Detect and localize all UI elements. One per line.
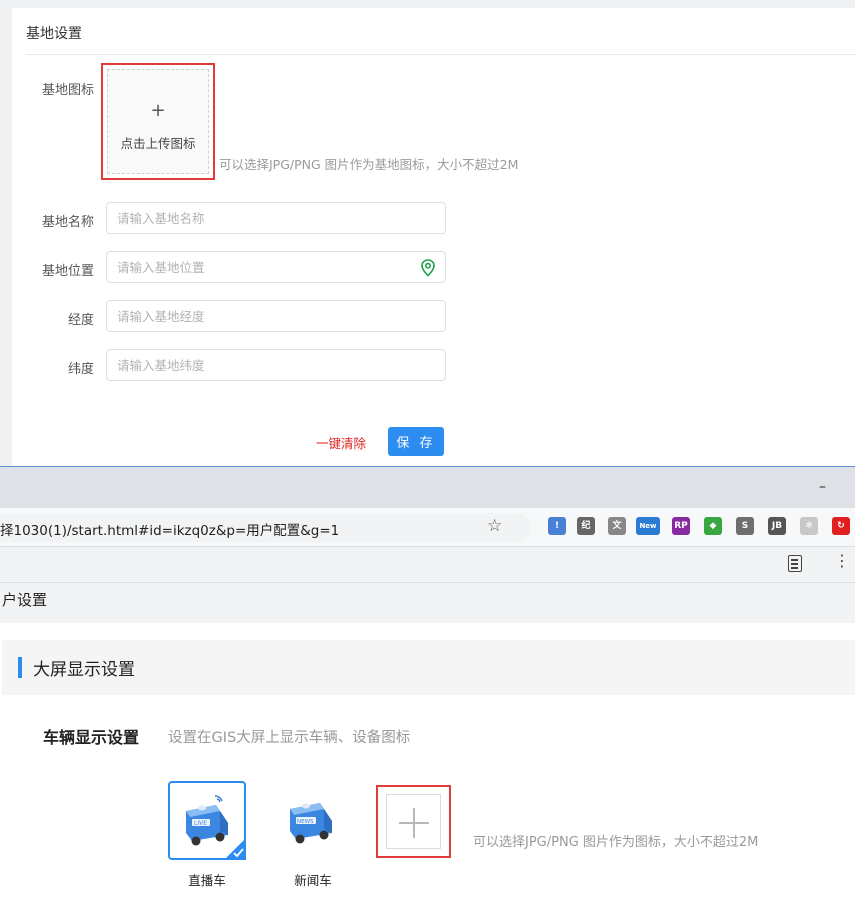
- upload-text: 点击上传图标: [120, 136, 196, 151]
- section-title: 大屏显示设置: [33, 660, 135, 680]
- name-label: 基地名称: [41, 215, 94, 230]
- add-vehicle-icon-button[interactable]: [386, 794, 441, 849]
- ext-translate-icon[interactable]: 文: [608, 517, 626, 535]
- url-text[interactable]: 择1030(1)/start.html#id=ikzq0z&p=用户配置&g=1: [0, 519, 339, 539]
- location-label: 基地位置: [41, 264, 94, 279]
- save-button[interactable]: 保 存: [388, 427, 444, 456]
- base-settings-panel: 基地设置 基地图标 + 点击上传图标 可以选择JPG/PNG 图片作为基地图标，…: [0, 0, 855, 466]
- vehicle-card-live[interactable]: LIVE: [168, 781, 246, 860]
- icon-label: 基地图标: [41, 83, 94, 98]
- section-header: 大屏显示设置: [2, 640, 855, 695]
- latitude-label: 纬度: [67, 362, 94, 377]
- page-title: 户设置: [2, 591, 48, 609]
- selected-check-icon: [224, 838, 246, 860]
- latitude-field[interactable]: [106, 349, 446, 381]
- vehicle-name-live: 直播车: [188, 873, 226, 888]
- ext-jb-icon[interactable]: JB: [768, 517, 786, 535]
- browser-toolbar: 择1030(1)/start.html#id=ikzq0z&p=用户配置&g=1…: [0, 508, 855, 546]
- browser-titlebar: –: [0, 467, 855, 508]
- news-van-icon: NEWS: [290, 803, 332, 844]
- vehicle-upload-hint: 可以选择JPG/PNG 图片作为图标，大小不超过2M: [473, 835, 759, 850]
- longitude-label: 经度: [67, 313, 94, 328]
- van-badge-text: NEWS: [297, 819, 314, 825]
- divider: [26, 54, 855, 55]
- ext-green-icon[interactable]: ◆: [704, 517, 722, 535]
- upload-icon-highlight: + 点击上传图标: [101, 63, 215, 180]
- vehicle-settings-desc: 设置在GIS大屏上显示车辆、设备图标: [168, 730, 411, 746]
- section-accent-bar: [18, 657, 22, 678]
- van-badge-text: LIVE: [194, 820, 207, 827]
- browser-secondary-bar: ⋮: [0, 546, 855, 583]
- location-field[interactable]: [106, 251, 446, 283]
- location-pin-icon[interactable]: [420, 259, 436, 277]
- vehicle-card-news[interactable]: NEWS: [274, 781, 352, 860]
- minimize-button[interactable]: –: [819, 479, 826, 495]
- name-field[interactable]: [106, 202, 446, 234]
- ext-gear-icon[interactable]: ❄: [800, 517, 818, 535]
- ext-rp-icon[interactable]: RP: [672, 517, 690, 535]
- ext-brush-icon[interactable]: 纪: [577, 517, 595, 535]
- latitude-input[interactable]: [107, 350, 445, 380]
- menu-dots-icon[interactable]: ⋮: [834, 553, 850, 569]
- ext-red-icon[interactable]: ↻: [832, 517, 850, 535]
- bookmark-star-icon[interactable]: ☆: [487, 516, 502, 536]
- clear-all-link[interactable]: 一键清除: [316, 433, 366, 452]
- card-title: 基地设置: [26, 26, 82, 42]
- name-input[interactable]: [107, 203, 445, 233]
- reader-mode-icon[interactable]: [788, 555, 802, 572]
- vehicle-name-news: 新闻车: [294, 873, 332, 888]
- longitude-input[interactable]: [107, 301, 445, 331]
- upload-hint: 可以选择JPG/PNG 图片作为基地图标，大小不超过2M: [219, 157, 519, 172]
- ext-flag-icon[interactable]: !: [548, 517, 566, 535]
- add-vehicle-icon-highlight: [376, 785, 451, 858]
- upload-icon-button[interactable]: + 点击上传图标: [107, 69, 209, 174]
- vehicle-settings-label: 车辆显示设置: [43, 728, 140, 747]
- ext-s-icon[interactable]: S: [736, 517, 754, 535]
- location-input[interactable]: [107, 252, 445, 282]
- page-header: 户设置: [0, 583, 855, 623]
- plus-icon: +: [150, 100, 166, 121]
- ext-new-icon[interactable]: New: [636, 517, 660, 535]
- longitude-field[interactable]: [106, 300, 446, 332]
- address-bar[interactable]: 择1030(1)/start.html#id=ikzq0z&p=用户配置&g=1…: [0, 513, 531, 542]
